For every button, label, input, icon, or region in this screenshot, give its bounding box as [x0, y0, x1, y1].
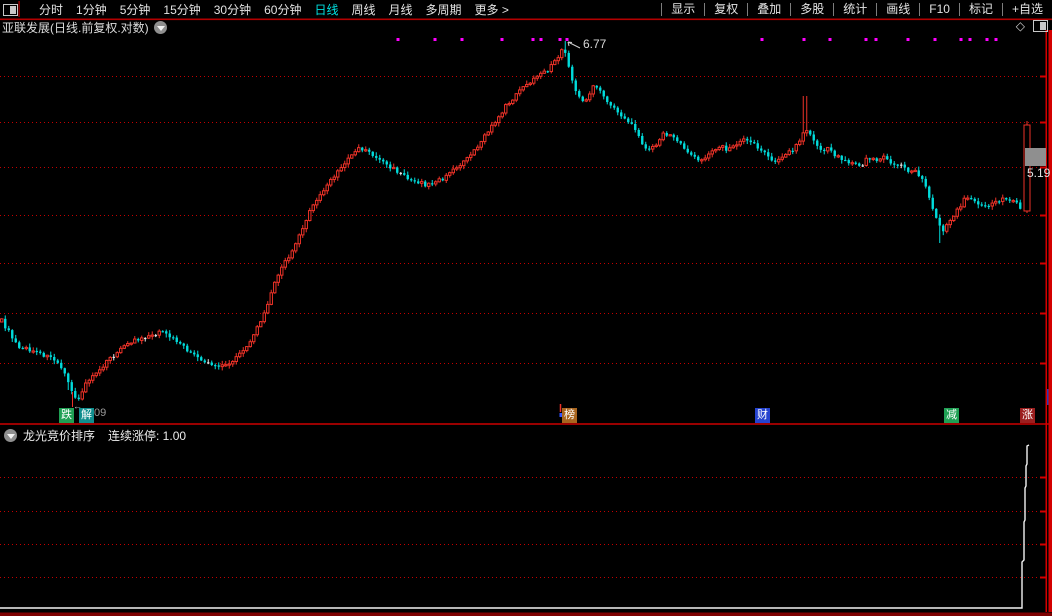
chart-title-row: 亚联发展(日线.前复权.对数) — [2, 20, 167, 34]
window-split-icon[interactable] — [3, 4, 18, 16]
frame-layer — [0, 1, 1052, 616]
menu-bar: 分时 1分钟 5分钟 15分钟 30分钟 60分钟 日线 周线 月线 多周期 更… — [0, 0, 1052, 19]
event-badge-bang[interactable]: 榜 — [562, 408, 577, 423]
grid-layer — [0, 77, 1047, 578]
menu-item-1min[interactable]: 1分钟 — [76, 1, 107, 18]
current-price-marker — [1025, 148, 1046, 166]
symbol-title: 亚联发展(日线.前复权.对数) — [2, 19, 149, 36]
menu-item-adjust[interactable]: 复权 — [704, 3, 747, 16]
menu-item-display[interactable]: 显示 — [661, 3, 704, 16]
menu-item-drawline[interactable]: 画线 — [876, 3, 919, 16]
price-chart-canvas[interactable] — [0, 0, 1052, 616]
diamond-icon[interactable]: ◇ — [1016, 20, 1025, 32]
indicator-panel-title: 龙光竞价排序 连续涨停: 1.00 — [4, 427, 186, 444]
event-badge-suffix: 09 — [94, 407, 106, 419]
event-badge-jie[interactable]: 解 — [79, 408, 94, 423]
menu-item-f10[interactable]: F10 — [919, 3, 959, 16]
menu-item-15min[interactable]: 15分钟 — [163, 1, 200, 18]
event-badge-die[interactable]: 跌 — [59, 408, 74, 423]
menu-item-multiperiod[interactable]: 多周期 — [426, 1, 462, 18]
event-badge-cai[interactable]: 财 — [755, 408, 770, 423]
menu-item-add-watchlist[interactable]: +自选 — [1002, 3, 1052, 16]
axis-price-label: 5.19 — [1027, 166, 1050, 180]
signal-dots-layer — [397, 38, 998, 41]
menu-item-30min[interactable]: 30分钟 — [214, 1, 251, 18]
candles-layer — [1, 41, 1030, 401]
title-row-icons: ◇ — [1016, 19, 1048, 33]
menu-item-multistock[interactable]: 多股 — [790, 3, 833, 16]
menu-item-overlay[interactable]: 叠加 — [747, 3, 790, 16]
menu-item-daily[interactable]: 日线 — [314, 1, 338, 18]
indicator-value: 连续涨停: 1.00 — [108, 427, 186, 444]
menu-item-monthly[interactable]: 月线 — [389, 1, 413, 18]
indicator-name[interactable]: 龙光竞价排序 — [23, 427, 95, 444]
window-layout-icon[interactable] — [1033, 20, 1048, 32]
menu-item-statistics[interactable]: 统计 — [833, 3, 876, 16]
period-menu: 分时 1分钟 5分钟 15分钟 30分钟 60分钟 日线 周线 月线 多周期 更… — [39, 1, 509, 18]
event-badge-zhang[interactable]: 涨 — [1020, 408, 1035, 423]
indicator-line-layer — [0, 445, 1029, 608]
menu-item-mark[interactable]: 标记 — [959, 3, 1002, 16]
app-window: 分时 1分钟 5分钟 15分钟 30分钟 60分钟 日线 周线 月线 多周期 更… — [0, 0, 1052, 616]
menu-item-weekly[interactable]: 周线 — [351, 1, 375, 18]
chevron-down-icon[interactable] — [154, 21, 167, 34]
menu-item-5min[interactable]: 5分钟 — [120, 1, 151, 18]
menu-item-60min[interactable]: 60分钟 — [264, 1, 301, 18]
tool-menu: 显示 复权 叠加 多股 统计 画线 F10 标记 +自选 — [661, 0, 1052, 19]
peak-price-label: 6.77 — [583, 37, 606, 51]
annotations-layer — [73, 42, 1052, 417]
indicator-chevron-down-icon[interactable] — [4, 429, 17, 442]
event-badge-jian[interactable]: 减 — [944, 408, 959, 423]
menu-item-more[interactable]: 更多 > — [475, 1, 509, 18]
menu-item-fenshi[interactable]: 分时 — [39, 1, 63, 18]
